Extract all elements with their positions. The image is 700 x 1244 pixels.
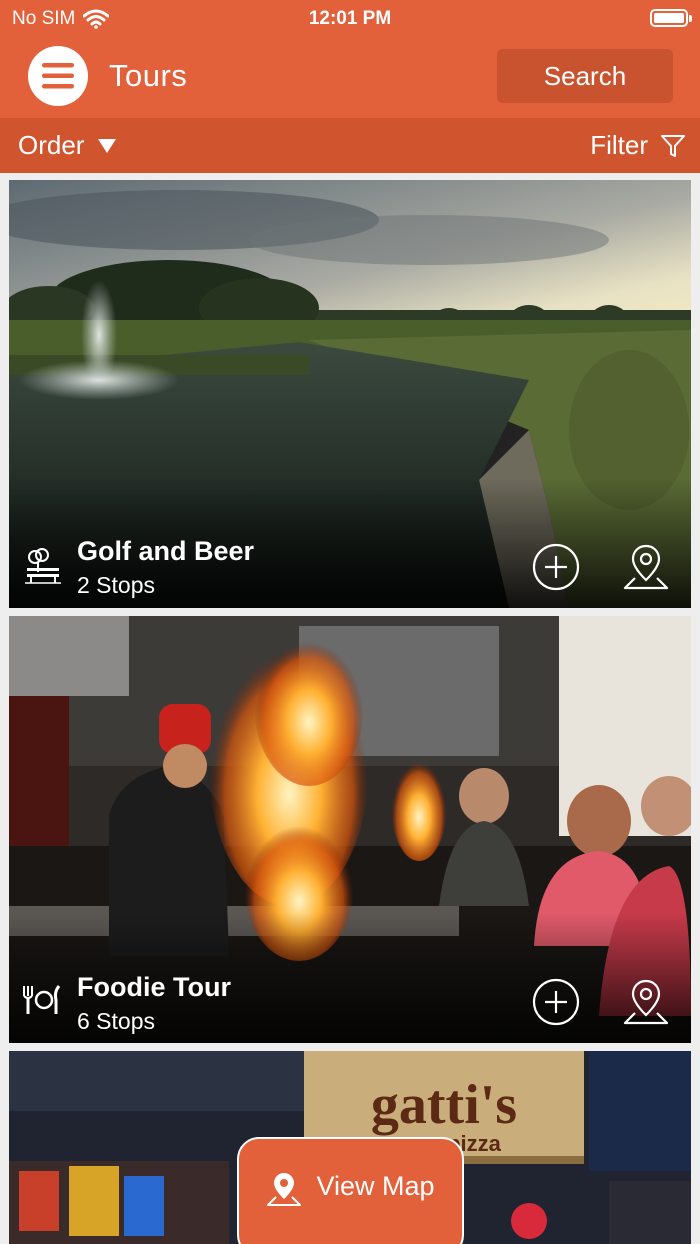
battery-icon xyxy=(650,9,692,27)
sort-filter-bar: Order Filter xyxy=(0,118,700,173)
dining-icon xyxy=(23,985,61,1014)
sign-main-text: gatti's xyxy=(371,1074,517,1136)
view-map-button[interactable]: View Map xyxy=(237,1137,464,1244)
tour-card[interactable]: Foodie Tour 6 Stops xyxy=(9,616,691,1043)
order-dropdown[interactable]: Order xyxy=(18,130,117,161)
add-tour-button[interactable] xyxy=(531,977,581,1027)
park-bench-icon xyxy=(25,548,61,584)
nav-bar: Tours Search xyxy=(0,36,700,118)
view-map-label: View Map xyxy=(316,1171,435,1201)
hamburger-menu-icon xyxy=(42,63,74,89)
menu-button[interactable] xyxy=(28,46,88,106)
clock: 12:01 PM xyxy=(308,8,392,29)
map-pin-icon xyxy=(267,1173,302,1206)
tour-title: Golf and Beer xyxy=(77,536,255,566)
add-tour-button[interactable] xyxy=(531,542,581,592)
search-button[interactable]: Search xyxy=(497,49,673,103)
tour-title: Foodie Tour xyxy=(77,972,231,1002)
status-bar: No SIM 12:01 PM xyxy=(0,0,700,36)
tour-card[interactable]: Golf and Beer 2 Stops xyxy=(9,180,691,608)
map-pin-button[interactable] xyxy=(621,542,671,592)
order-label: Order xyxy=(18,130,85,160)
filter-label: Filter xyxy=(590,130,648,160)
funnel-icon xyxy=(661,134,685,157)
tour-stops: 2 Stops xyxy=(77,572,155,598)
filter-button[interactable]: Filter xyxy=(590,130,686,161)
page-title: Tours xyxy=(109,58,188,93)
map-pin-button[interactable] xyxy=(621,977,671,1027)
caret-down-icon xyxy=(98,138,117,153)
tour-stops: 6 Stops xyxy=(77,1008,155,1034)
